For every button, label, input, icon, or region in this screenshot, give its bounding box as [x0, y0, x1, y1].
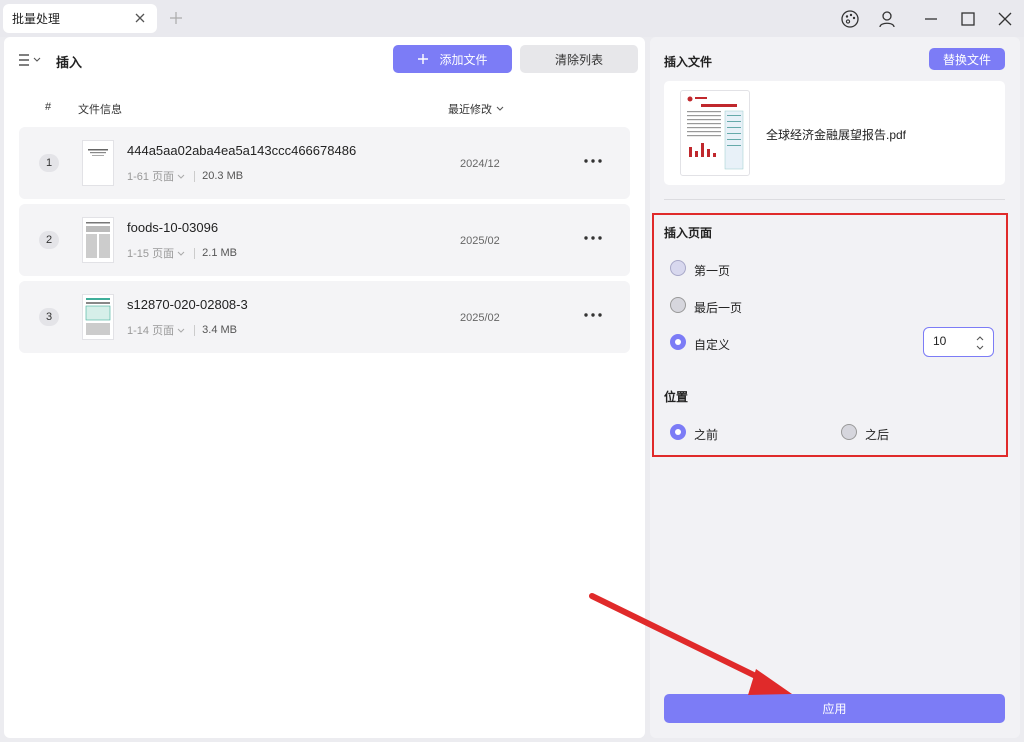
file-name: 444a5aa02aba4ea5a143ccc466678486 [127, 143, 357, 158]
radio-custom[interactable] [670, 334, 686, 350]
replace-file-label: 替换文件 [942, 52, 991, 67]
meta-divider [194, 247, 196, 259]
maximize-icon[interactable] [958, 9, 978, 29]
window-close-icon[interactable] [995, 9, 1015, 29]
apply-button[interactable]: 应用 [664, 694, 1005, 723]
file-name: s12870-020-02808-3 [127, 297, 248, 312]
radio-after[interactable] [841, 424, 857, 440]
file-thumbnail [82, 294, 114, 340]
meta-divider [194, 324, 196, 336]
page-range-label: 1-61 页面 [127, 171, 175, 183]
more-options-icon[interactable] [583, 233, 603, 243]
file-row[interactable]: 1 444a5aa02aba4ea5a143ccc466678486 1-61 … [19, 127, 630, 199]
theme-palette-icon[interactable] [840, 9, 860, 29]
file-list-toolbar: 插入 添加文件 清除列表 [4, 37, 645, 83]
chevron-down-icon [177, 174, 185, 179]
chevron-down-icon [177, 328, 185, 333]
chevron-down-icon [177, 251, 185, 256]
radio-last-page-label[interactable]: 最后一页 [694, 299, 742, 316]
file-size: 2.1 MB [202, 247, 237, 259]
row-number: 3 [39, 308, 59, 326]
page-range-label: 1-14 页面 [127, 325, 175, 337]
row-number: 1 [39, 154, 59, 172]
apply-label: 应用 [822, 702, 847, 716]
file-date: 2024/12 [460, 158, 500, 170]
meta-divider [194, 170, 196, 182]
mode-title: 插入 [56, 55, 83, 70]
file-meta: 1-61 页面 20.3 MB [127, 168, 243, 184]
clear-list-button[interactable]: 清除列表 [520, 45, 638, 73]
minimize-icon[interactable] [921, 9, 941, 29]
insert-file-title: 插入文件 [664, 55, 713, 69]
insert-file-thumbnail [680, 90, 750, 176]
radio-after-label[interactable]: 之后 [865, 426, 889, 443]
file-name: foods-10-03096 [127, 220, 219, 235]
file-size: 3.4 MB [202, 324, 237, 336]
column-header-modified-label: 最近修改 [448, 104, 492, 116]
chevron-down-icon [496, 106, 504, 111]
custom-page-stepper[interactable] [923, 327, 994, 357]
title-bar: 批量处理 [0, 0, 1024, 37]
radio-before[interactable] [670, 424, 686, 440]
insert-file-name: 全球经济金融展望报告.pdf [766, 128, 907, 142]
radio-first-page-label[interactable]: 第一页 [694, 262, 730, 279]
insert-file-card: 全球经济金融展望报告.pdf [664, 81, 1005, 185]
more-options-icon[interactable] [583, 310, 603, 320]
tab-title: 批量处理 [12, 12, 61, 26]
replace-file-button[interactable]: 替换文件 [929, 48, 1005, 70]
page-range-dropdown[interactable]: 1-15 页面 [127, 245, 185, 261]
stepper-arrows-icon[interactable] [975, 333, 985, 353]
page-range-dropdown[interactable]: 1-61 页面 [127, 168, 185, 184]
radio-custom-label[interactable]: 自定义 [694, 336, 730, 353]
close-icon[interactable] [133, 11, 147, 25]
custom-page-input[interactable] [933, 334, 973, 348]
tab-batch-process[interactable]: 批量处理 [3, 4, 157, 33]
radio-first-page[interactable] [670, 260, 686, 276]
file-meta: 1-14 页面 3.4 MB [127, 322, 237, 338]
file-date: 2025/02 [460, 312, 500, 324]
add-file-label: 添加文件 [439, 52, 488, 67]
radio-last-page[interactable] [670, 297, 686, 313]
column-header-file-info: 文件信息 [78, 104, 122, 116]
plus-icon [418, 54, 429, 64]
page-range-label: 1-15 页面 [127, 248, 175, 260]
file-date: 2025/02 [460, 235, 500, 247]
file-thumbnail [82, 217, 114, 263]
file-row[interactable]: 2 foods-10-03096 1-15 页面 2.1 MB 2025/02 [19, 204, 630, 276]
insert-page-title: 插入页面 [664, 226, 713, 240]
add-file-button[interactable]: 添加文件 [393, 45, 512, 73]
divider [664, 199, 1005, 200]
menu-icon[interactable] [18, 53, 44, 67]
radio-before-label[interactable]: 之前 [694, 426, 718, 443]
file-row[interactable]: 3 s12870-020-02808-3 1-14 页面 3.4 MB 2025… [19, 281, 630, 353]
column-header-modified[interactable]: 最近修改 [448, 101, 504, 117]
file-meta: 1-15 页面 2.1 MB [127, 245, 237, 261]
file-list-panel: 插入 添加文件 清除列表 # 文件信息 最近修改 1 444a5aa02aba4… [4, 37, 645, 738]
file-size: 20.3 MB [202, 170, 244, 182]
column-header-number: # [45, 101, 52, 113]
clear-list-label: 清除列表 [554, 52, 603, 67]
add-tab-icon[interactable] [168, 10, 184, 26]
row-number: 2 [39, 231, 59, 249]
more-options-icon[interactable] [583, 156, 603, 166]
position-title: 位置 [664, 390, 689, 404]
file-thumbnail [82, 140, 114, 186]
account-icon[interactable] [877, 9, 897, 29]
page-range-dropdown[interactable]: 1-14 页面 [127, 322, 185, 338]
